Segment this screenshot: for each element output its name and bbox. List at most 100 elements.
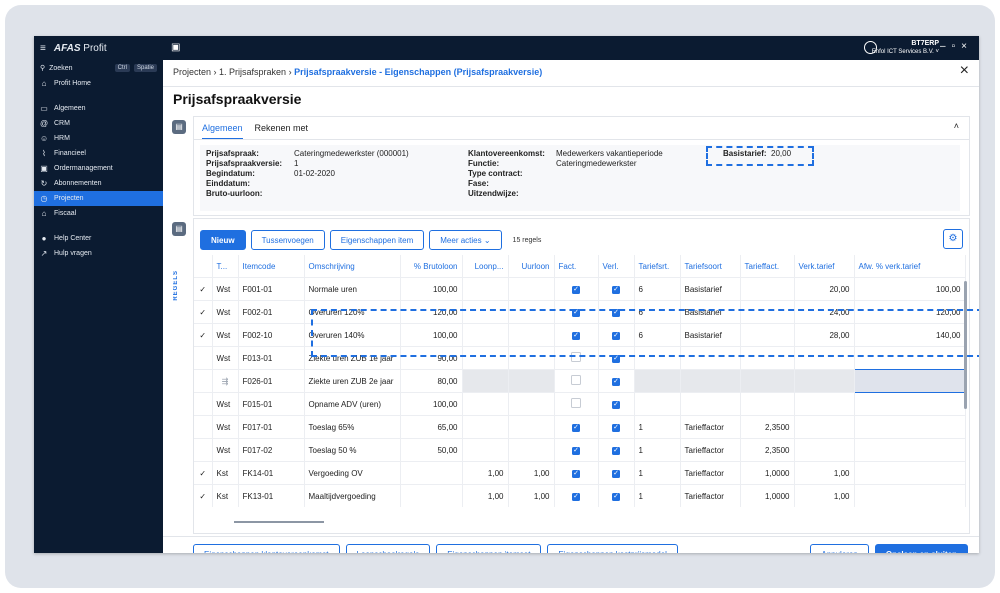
verl-checkbox[interactable]: ✓ <box>612 470 620 478</box>
tab-algemeen[interactable]: Algemeen <box>202 121 243 140</box>
column-header[interactable]: Uurloon <box>508 255 555 278</box>
itemcode-cell: F026-01 <box>238 369 305 393</box>
klantovereenkomst-button[interactable]: Eigenschappen klantovereenkomst <box>193 544 340 553</box>
fact-checkbox[interactable]: ✓ <box>572 470 580 478</box>
more-actions-button[interactable]: Meer acties ⌄ <box>429 230 502 250</box>
field-row: Functie: Cateringmedewerkster <box>468 159 663 169</box>
verl-cell[interactable]: ✓ <box>598 438 635 462</box>
table-row[interactable]: ✓ Kst FK14-01 Vergoeding OV 1,00 1,00 ✓ ✓ 1 Tarie… <box>194 461 966 485</box>
chevron-up-icon[interactable]: ˄ <box>954 121 959 131</box>
table-row[interactable]: ✓ Wst F001-01 Normale uren 100,00 ✓ ✓ 6 Basistar… <box>194 277 966 301</box>
sidebar-item-home[interactable]: ⌂ Profit Home <box>34 76 163 91</box>
fact-cell[interactable] <box>554 369 599 393</box>
sidebar-item-help[interactable]: ● Help Center <box>34 231 163 246</box>
verl-checkbox[interactable]: ✓ <box>612 286 620 294</box>
breadcrumb-projecten[interactable]: Projecten <box>173 67 211 77</box>
column-header[interactable]: Tarieffact. <box>740 255 795 278</box>
cancel-button[interactable]: Annuleren <box>810 544 869 553</box>
tab-rekenen-met[interactable]: Rekenen met <box>255 121 309 140</box>
tariefsrt-cell: 1 <box>634 461 681 485</box>
fact-cell[interactable]: ✓ <box>554 484 599 507</box>
fact-checkbox[interactable] <box>571 375 581 385</box>
verl-checkbox[interactable]: ✓ <box>612 378 620 386</box>
column-header[interactable]: Tariefsrt. <box>634 255 681 278</box>
sidebar-item-hrm[interactable]: ☺ HRM <box>34 131 163 146</box>
table-row[interactable]: Wst F015-01 Opname ADV (uren) 100,00 ✓ <box>194 392 966 416</box>
sidebar-item-crm[interactable]: @ CRM <box>34 116 163 131</box>
insert-button[interactable]: Tussenvoegen <box>250 230 325 250</box>
sidebar-item-fiscaal[interactable]: ⌂ Fiscaal <box>34 206 163 221</box>
vertical-scrollbar[interactable] <box>964 281 967 409</box>
verl-checkbox[interactable]: ✓ <box>612 424 620 432</box>
sidebar-item-financieel[interactable]: ⌇ Financieel <box>34 146 163 161</box>
fact-checkbox[interactable]: ✓ <box>572 493 580 501</box>
sidebar-item-algemeen[interactable]: ▭ Algemeen <box>34 101 163 116</box>
menu-icon[interactable]: ≡ <box>40 43 46 54</box>
verl-checkbox[interactable]: ✓ <box>612 401 620 409</box>
sidebar-item-ordermanagement[interactable]: ▣ Ordermanagement <box>34 161 163 176</box>
item-properties-button[interactable]: Eigenschappen item <box>329 230 425 250</box>
save-close-button[interactable]: Opslaan en sluiten <box>874 544 968 553</box>
new-button[interactable]: Nieuw <box>200 230 246 250</box>
description-cell: Opname ADV (uren) <box>304 392 401 416</box>
column-header[interactable]: Afw. % verk.tarief <box>854 255 966 278</box>
row-marker: ✓ <box>194 484 213 507</box>
user-info[interactable]: BT7ERP Enfol ICT Services B.V. ˅ <box>872 40 939 56</box>
verl-cell[interactable]: ✓ <box>598 484 635 507</box>
home-icon: ⌂ <box>41 79 47 88</box>
verl-cell[interactable]: ✓ <box>598 461 635 485</box>
user-name: BT7ERP <box>911 40 939 47</box>
column-header[interactable]: Loonp... <box>462 255 509 278</box>
kostprijsmodel-button[interactable]: Eigenschappen kostprijsmodel <box>547 544 678 553</box>
verl-checkbox[interactable]: ✓ <box>612 447 620 455</box>
sidebar-item-abonnementen[interactable]: ↻ Abonnementen <box>34 176 163 191</box>
itemset-button[interactable]: Eigenschappen itemset <box>436 544 542 553</box>
horizontal-scrollbar[interactable] <box>234 521 324 523</box>
minimize-icon[interactable]: – <box>940 41 952 52</box>
gear-icon[interactable]: ⚙ <box>943 229 963 249</box>
breadcrumb-prijsafspraken[interactable]: 1. Prijsafspraken <box>219 67 286 77</box>
verl-cell[interactable]: ✓ <box>598 392 635 416</box>
document-icon[interactable]: ▤ <box>172 120 186 134</box>
column-header[interactable]: Tariefsoort <box>680 255 741 278</box>
verl-checkbox[interactable]: ✓ <box>612 493 620 501</box>
maximize-icon[interactable]: ▫ <box>952 41 962 52</box>
description-cell: Toeslag 50 % <box>304 438 401 462</box>
afw-cell: 100,00 <box>854 277 966 301</box>
column-header[interactable]: Verk.tarief <box>794 255 855 278</box>
fact-checkbox[interactable]: ✓ <box>572 424 580 432</box>
column-header[interactable]: Verl. <box>598 255 635 278</box>
verl-cell[interactable]: ✓ <box>598 277 635 301</box>
table-row[interactable]: ⇶ F026-01 Ziekte uren ZUB 2e jaar 80,00 ✓ <box>194 369 966 393</box>
sidebar-search[interactable]: ⚲ Zoeken Ctrl Spatie <box>34 60 163 76</box>
fact-checkbox[interactable]: ✓ <box>572 286 580 294</box>
fact-cell[interactable]: ✓ <box>554 438 599 462</box>
fact-cell[interactable] <box>554 392 599 416</box>
tariefsoort-cell: Tarieffactor <box>680 415 741 439</box>
column-header[interactable]: % Brutoloon <box>400 255 463 278</box>
tab-bar: Algemeen Rekenen met <box>202 121 308 140</box>
fact-cell[interactable]: ✓ <box>554 415 599 439</box>
shortcut-ctrl: Ctrl <box>114 64 130 72</box>
fact-cell[interactable]: ✓ <box>554 461 599 485</box>
fact-checkbox[interactable] <box>571 398 581 408</box>
column-header[interactable]: Itemcode <box>238 255 305 278</box>
verl-cell[interactable]: ✓ <box>598 415 635 439</box>
afw-cell <box>854 438 966 462</box>
close-icon[interactable]: × <box>960 62 969 80</box>
verl-cell[interactable]: ✓ <box>598 369 635 393</box>
fact-cell[interactable]: ✓ <box>554 277 599 301</box>
close-window-icon[interactable]: × <box>961 41 973 52</box>
sidebar-item-ask[interactable]: ↗ Hulp vragen <box>34 246 163 261</box>
fact-checkbox[interactable]: ✓ <box>572 447 580 455</box>
column-header[interactable]: T... <box>212 255 239 278</box>
column-header[interactable]: Fact. <box>554 255 599 278</box>
list-icon[interactable]: ▤ <box>172 222 186 236</box>
table-row[interactable]: Wst F017-02 Toeslag 50 % 50,00 ✓ ✓ 1 Tarieffact… <box>194 438 966 462</box>
table-row[interactable]: ✓ Kst FK13-01 Maaltijdvergoeding 1,00 1,00 ✓ ✓ 1… <box>194 484 966 507</box>
sidebar-item-projecten[interactable]: ◷ Projecten <box>34 191 163 206</box>
dashboard-icon[interactable]: ▣ <box>171 42 180 53</box>
table-row[interactable]: Wst F017-01 Toeslag 65% 65,00 ✓ ✓ 1 Tarieffacto… <box>194 415 966 439</box>
loonschaalregels-button[interactable]: Loonschaalregels <box>345 544 431 553</box>
column-header[interactable]: Omschrijving <box>304 255 401 278</box>
